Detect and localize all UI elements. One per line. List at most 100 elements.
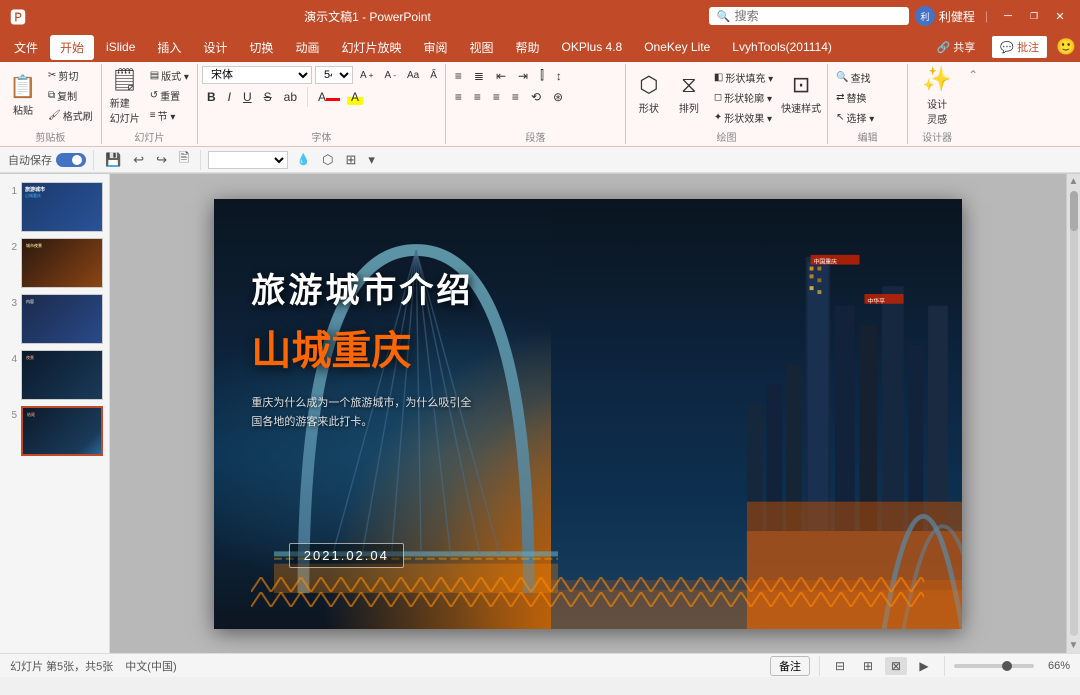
quick-styles-icon: ⊡ <box>792 72 810 98</box>
replace-button[interactable]: ⇄ 替换 <box>832 88 878 107</box>
shape-fill-button[interactable]: ◧ 形状填充 ▾ <box>710 68 777 87</box>
paste-button[interactable]: 📋 粘贴 <box>4 67 42 125</box>
smartart-button[interactable]: ⊛ <box>548 88 568 106</box>
ribbon-collapse-button[interactable]: ⌃ <box>968 68 978 82</box>
shapes-button-qa[interactable]: ⬡ <box>318 150 337 170</box>
italic-button[interactable]: I <box>223 88 236 106</box>
scroll-track[interactable] <box>1070 191 1078 636</box>
layout-button[interactable]: ▤版式 ▾ <box>146 66 193 85</box>
underline-button[interactable]: U <box>238 88 257 106</box>
align-center-button[interactable]: ≡ <box>469 88 486 106</box>
cut-button[interactable]: ✂剪切 <box>44 66 97 85</box>
redo-button[interactable]: ↪ <box>152 150 171 170</box>
section-button[interactable]: ≡节 ▾ <box>146 106 193 125</box>
arrange-button[interactable]: ⧖ 排列 <box>670 64 708 122</box>
line-spacing-button[interactable]: ↕ <box>551 67 567 85</box>
font-color-button[interactable]: A <box>313 88 345 106</box>
save-button[interactable]: 💾 <box>101 150 125 170</box>
slide-thumb-4[interactable]: 4 夜景 <box>6 350 103 400</box>
format-painter-button[interactable]: 🖌格式刷 <box>44 106 97 125</box>
menu-item-okplus[interactable]: OKPlus 4.8 <box>552 36 633 58</box>
quick-styles-button[interactable]: ⊡ 快速样式 <box>779 64 823 122</box>
right-scrollbar[interactable]: ▲ ▼ <box>1066 174 1080 653</box>
paste-icon: 📋 <box>9 74 36 100</box>
search-box[interactable]: 🔍 <box>709 7 909 25</box>
slide-thumb-1[interactable]: 1 旅游城市 山城重庆 <box>6 182 103 232</box>
menu-item-design[interactable]: 设计 <box>193 35 237 60</box>
slide-thumb-3[interactable]: 3 内容 <box>6 294 103 344</box>
search-input[interactable] <box>735 9 895 23</box>
clear-format-button[interactable]: A̋ <box>426 68 441 83</box>
subscript-button[interactable]: ab <box>279 88 302 106</box>
outline-view-button[interactable]: ⊞ <box>857 657 879 675</box>
menu-item-slideshow[interactable]: 幻灯片放映 <box>331 35 411 60</box>
shape-button[interactable]: ⬡ 形状 <box>630 64 668 122</box>
normal-view-button[interactable]: ⊟ <box>829 657 851 675</box>
theme-color-select[interactable] <box>208 151 288 169</box>
extra-tools-button[interactable]: ⊞ <box>342 150 361 170</box>
autosave-toggle[interactable] <box>56 153 86 167</box>
slide-panel: 1 旅游城市 山城重庆 2 城市夜景 3 内容 4 夜景 <box>0 174 110 653</box>
highlight-button[interactable]: A <box>347 89 363 105</box>
slide-sorter-button[interactable]: ⊠ <box>885 657 907 675</box>
restore-button[interactable]: ❐ <box>1024 9 1044 23</box>
slide-thumb-5[interactable]: 5 结尾 <box>6 406 103 456</box>
scroll-down-arrow[interactable]: ▼ <box>1067 638 1080 653</box>
slide-canvas[interactable]: 中国重庆 中华平 <box>214 199 962 629</box>
menu-item-help[interactable]: 帮助 <box>506 35 550 60</box>
menu-item-home[interactable]: 开始 <box>50 35 94 60</box>
scroll-thumb[interactable] <box>1070 191 1078 231</box>
decrease-indent-button[interactable]: ⇤ <box>491 67 511 85</box>
design-ideas-button[interactable]: ✨ 设计灵感 <box>912 67 962 125</box>
change-case-button[interactable]: Aa <box>403 68 423 83</box>
comment-button[interactable]: 💬 批注 <box>991 35 1048 59</box>
zoom-slider[interactable] <box>954 664 1034 668</box>
scroll-up-arrow[interactable]: ▲ <box>1067 174 1080 189</box>
close-button[interactable]: ✕ <box>1050 9 1070 23</box>
align-left-button[interactable]: ≡ <box>450 88 467 106</box>
print-button[interactable]: 🖹 <box>175 147 193 173</box>
menu-item-transitions[interactable]: 切换 <box>239 35 283 60</box>
share-button[interactable]: 🔗 共享 <box>927 36 986 58</box>
find-button[interactable]: 🔍 查找 <box>832 68 878 87</box>
columns-button[interactable]: ⫿ <box>535 66 549 85</box>
font-name-select[interactable]: 宋体 <box>202 66 312 84</box>
copy-button[interactable]: ⧉复制 <box>44 86 97 105</box>
menu-item-file[interactable]: 文件 <box>4 35 48 60</box>
align-right-button[interactable]: ≡ <box>488 88 505 106</box>
zoom-thumb[interactable] <box>1002 661 1012 671</box>
increase-indent-button[interactable]: ⇥ <box>513 67 533 85</box>
menu-item-animations[interactable]: 动画 <box>285 35 329 60</box>
increase-font-button[interactable]: A+ <box>356 68 378 83</box>
eyedropper-button[interactable]: 💧 <box>292 151 314 168</box>
menu-item-insert[interactable]: 插入 <box>147 35 191 60</box>
more-qa-button[interactable]: ▾ <box>364 150 379 170</box>
reset-button[interactable]: ↺重置 <box>146 86 193 105</box>
font-size-select[interactable]: 54 <box>315 66 353 84</box>
bullets-button[interactable]: ≡ <box>450 67 467 85</box>
decrease-font-button[interactable]: A- <box>381 68 400 83</box>
menu-item-islide[interactable]: iSlide <box>96 36 145 58</box>
menu-item-onekey[interactable]: OneKey Lite <box>634 36 720 58</box>
format-painter-icon: 🖌 <box>48 110 61 121</box>
justify-button[interactable]: ≡ <box>507 88 524 106</box>
menu-bar: 文件 开始 iSlide 插入 设计 切换 动画 幻灯片放映 审阅 视图 帮助 … <box>0 32 1080 62</box>
new-slide-button[interactable]: 🗒 新建幻灯片 <box>106 67 144 125</box>
reading-view-button[interactable]: ▶ <box>913 657 935 675</box>
notes-button[interactable]: 备注 <box>770 656 810 676</box>
select-button[interactable]: ↖ 选择 ▾ <box>832 108 878 127</box>
minimize-button[interactable]: ─ <box>998 9 1018 23</box>
menu-item-lvyh[interactable]: LvyhTools(201114) <box>722 36 842 58</box>
bold-button[interactable]: B <box>202 88 221 106</box>
shape-effects-button[interactable]: ✦ 形状效果 ▾ <box>710 108 777 127</box>
shape-outline-button[interactable]: ◻ 形状轮廓 ▾ <box>710 88 777 107</box>
menu-item-view[interactable]: 视图 <box>459 35 503 60</box>
select-icon: ↖ <box>836 112 844 123</box>
slide-thumb-2[interactable]: 2 城市夜景 <box>6 238 103 288</box>
undo-button[interactable]: ↩ <box>129 150 148 170</box>
strikethrough-button[interactable]: S <box>259 88 277 106</box>
menu-item-review[interactable]: 审阅 <box>413 35 457 60</box>
text-direction-button[interactable]: ⟲ <box>526 88 546 106</box>
paragraph-label: 段落 <box>450 127 621 144</box>
numbering-button[interactable]: ≣ <box>469 67 489 85</box>
